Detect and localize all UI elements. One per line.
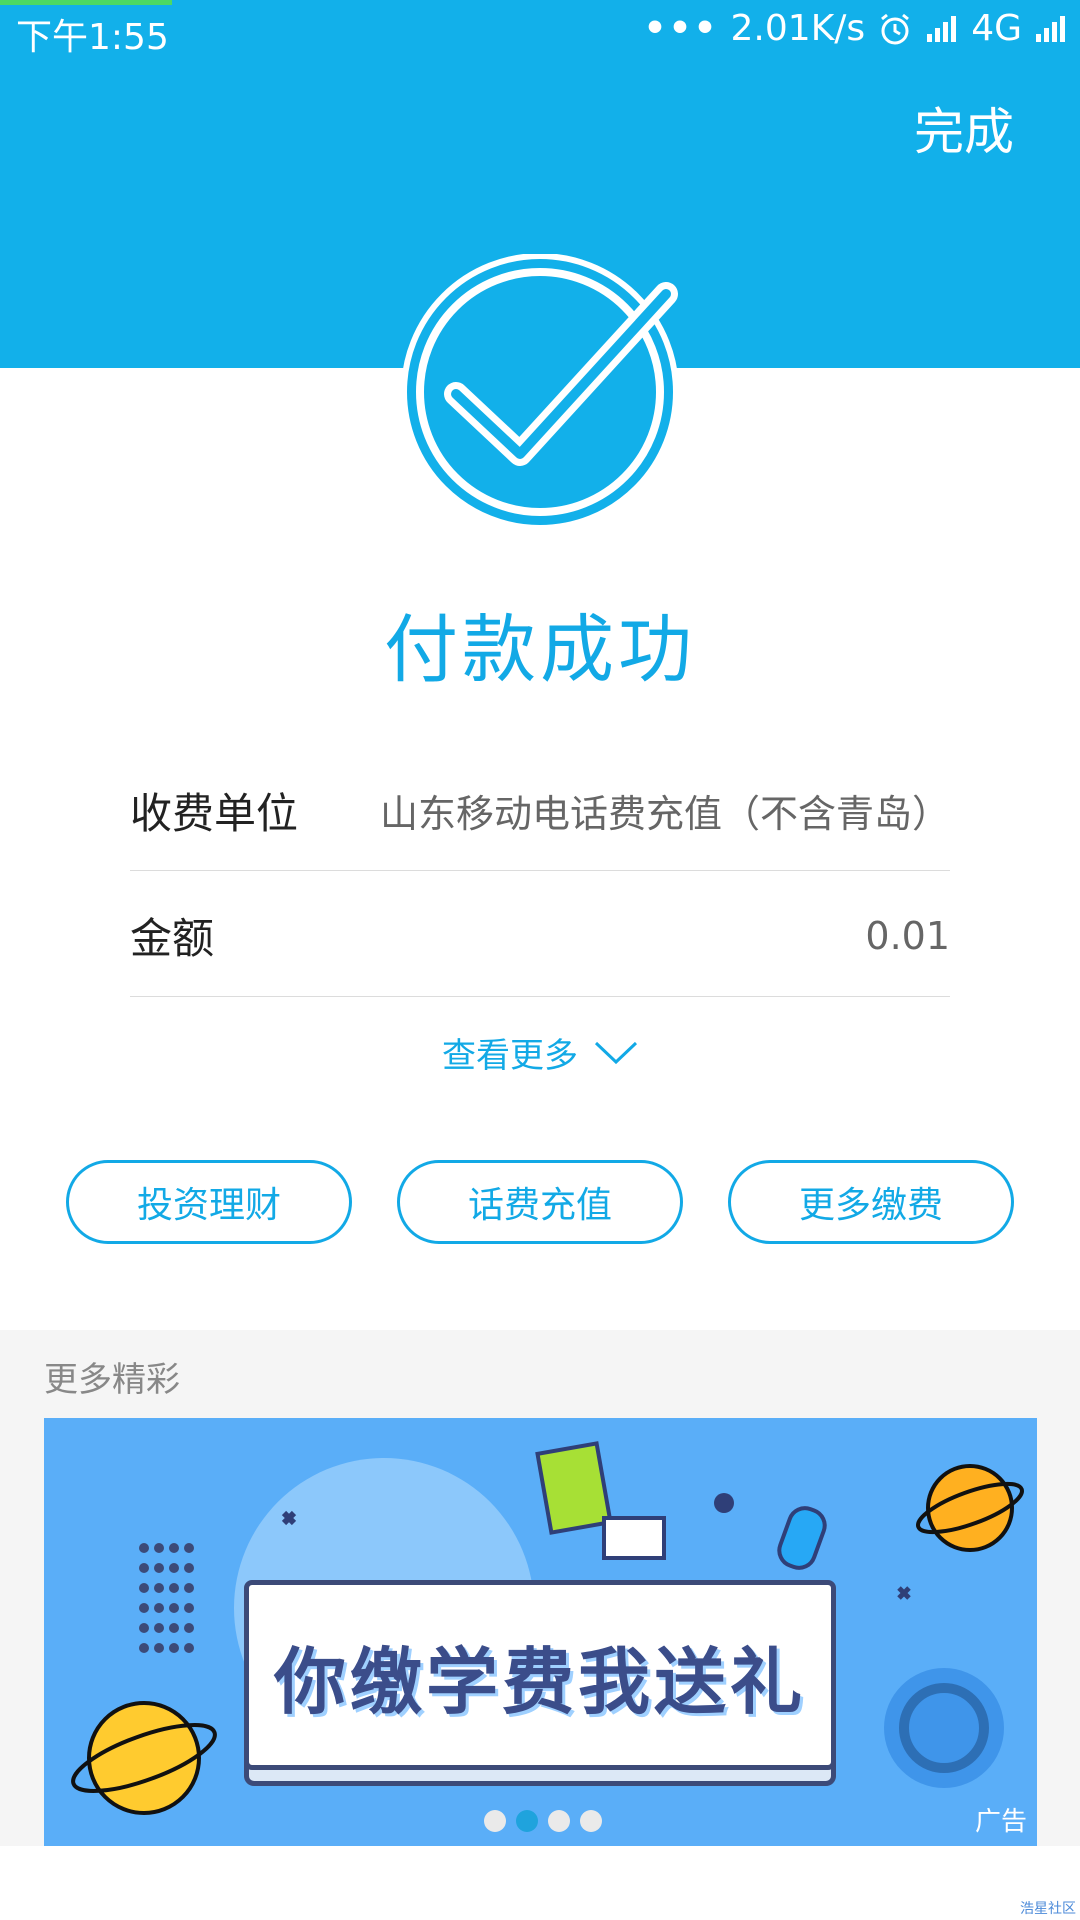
signal-icon <box>1036 15 1065 42</box>
carousel-dots <box>484 1810 602 1832</box>
detail-label: 收费单位 <box>130 789 299 838</box>
detail-row-amount: 金额 0.01 <box>130 905 950 966</box>
detail-value: 山东移动电话费充值（不含青岛） <box>379 792 950 836</box>
ad-tag: 广告 <box>974 1807 1027 1837</box>
divider <box>130 870 950 871</box>
signal-icon <box>927 15 957 42</box>
carousel-dot[interactable] <box>484 1810 506 1832</box>
more-section-label: 更多精彩 <box>44 1360 180 1400</box>
net-speed: 2.01K/s <box>730 8 866 49</box>
detail-row-payee: 收费单位 山东移动电话费充值（不含青岛） <box>130 780 950 841</box>
promo-banner[interactable]: 你缴学费我送礼 广告 <box>44 1418 1037 1846</box>
chevron-down-icon <box>594 1041 638 1064</box>
watermark: 浩星社区 <box>1020 1901 1076 1917</box>
detail-label: 金额 <box>130 914 215 963</box>
carousel-dot[interactable] <box>580 1810 602 1832</box>
carousel-dot[interactable] <box>548 1810 570 1832</box>
invest-button[interactable]: 投资理财 <box>66 1160 352 1244</box>
view-more-label: 查看更多 <box>442 1036 578 1076</box>
network-type: 4G <box>971 8 1022 49</box>
alarm-icon <box>881 13 910 44</box>
carousel-dot-active[interactable] <box>516 1810 538 1832</box>
payment-success-title: 付款成功 <box>384 607 696 693</box>
banner-title: 你缴学费我送礼 <box>273 1639 806 1724</box>
detail-value: 0.01 <box>865 913 950 958</box>
more-dots-icon: ••• <box>643 8 719 49</box>
done-button[interactable]: 完成 <box>914 92 1014 164</box>
phone-recharge-button[interactable]: 话费充值 <box>397 1160 683 1244</box>
more-payments-button[interactable]: 更多缴费 <box>728 1160 1014 1244</box>
status-bar: 下午1:55 ••• 2.01K/s 4G <box>0 0 1080 58</box>
banner-card: 你缴学费我送礼 <box>244 1580 836 1770</box>
view-more-toggle[interactable]: 查看更多 <box>0 1028 1080 1077</box>
divider <box>130 996 950 997</box>
status-right: ••• 2.01K/s 4G <box>644 8 1069 49</box>
check-circle-icon <box>396 253 684 531</box>
status-time: 下午1:55 <box>16 17 169 58</box>
